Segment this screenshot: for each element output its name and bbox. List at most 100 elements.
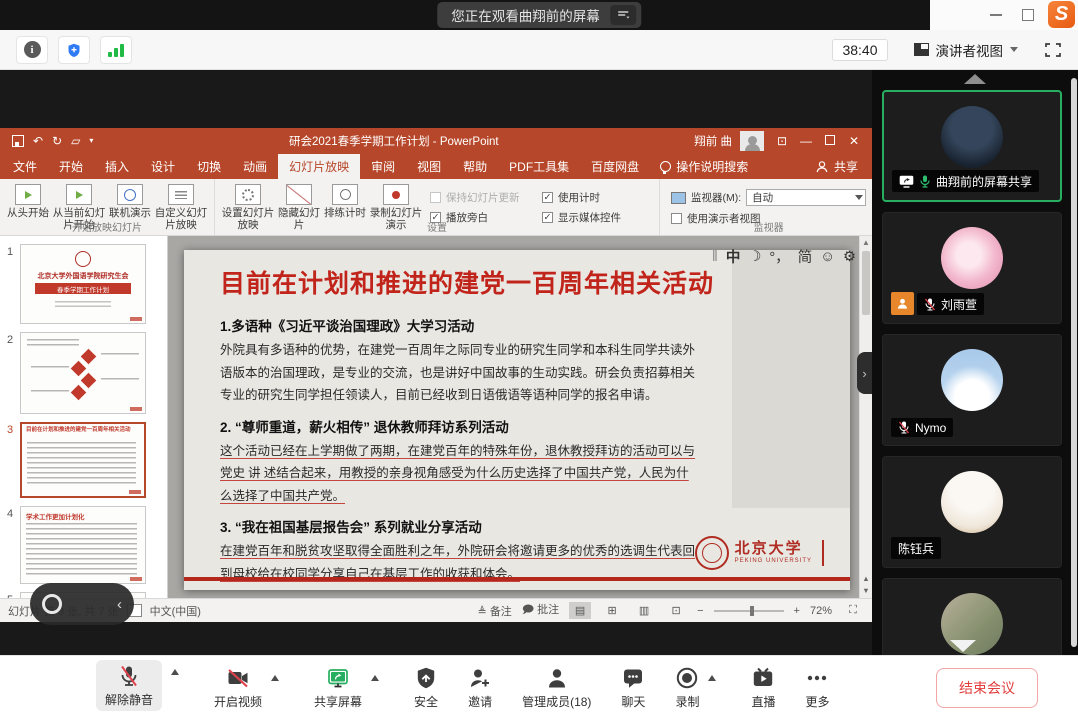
tab-pdf-tools[interactable]: PDF工具集 (498, 154, 580, 179)
sogou-input-icon[interactable]: S (1048, 1, 1075, 28)
undo-icon[interactable]: ↶ (33, 135, 43, 147)
video-panel-collapse-tab[interactable]: › (857, 352, 872, 394)
zoom-slider-thumb[interactable] (750, 606, 754, 616)
language-label[interactable]: 中文(中国) (150, 603, 201, 619)
security-button[interactable]: 安全 (414, 666, 438, 710)
monitor-select-value: 自动 (752, 190, 773, 205)
zoom-slider[interactable] (714, 610, 784, 612)
invite-button[interactable]: 邀请 (468, 666, 492, 710)
tab-baidu-netdisk[interactable]: 百度网盘 (580, 154, 650, 179)
tellme-search[interactable]: 操作说明搜索 (650, 154, 758, 179)
view-mode-selector[interactable]: 演讲者视图 (914, 40, 1019, 60)
ppt-restore-button[interactable] (818, 134, 842, 148)
tab-transitions[interactable]: 切换 (186, 154, 232, 179)
participant-name: 曲翔前的屏幕共享 (936, 173, 1032, 190)
scrollbar-thumb[interactable] (862, 251, 870, 315)
tab-help[interactable]: 帮助 (452, 154, 498, 179)
share-screen-button[interactable]: 共享屏幕 (314, 666, 362, 710)
use-timings-checkbox[interactable]: ✓ 使用计时 (542, 188, 652, 206)
zoom-in-button[interactable]: + (794, 605, 800, 617)
thumbnail-slide-4[interactable]: 学术工作更加计划化 (20, 506, 146, 584)
video-tile[interactable]: 陈钰兵 (882, 456, 1062, 568)
monitor-label: 监视器(M): (691, 190, 741, 205)
meeting-floating-widget[interactable]: ‹ (30, 583, 134, 625)
comments-button[interactable]: 🗩 批注 (522, 601, 559, 620)
fullscreen-button[interactable] (1044, 42, 1062, 58)
sidebar-scrollbar[interactable] (1071, 78, 1077, 647)
tile-label: 刘雨萱 (917, 293, 984, 315)
tab-design[interactable]: 设计 (140, 154, 186, 179)
tab-home[interactable]: 开始 (48, 154, 94, 179)
expand-caret-icon[interactable] (708, 675, 716, 681)
banner-menu-button[interactable] (610, 5, 636, 25)
present-online-button[interactable]: 联机演示 (107, 182, 153, 219)
pku-logo-cn: 北京大学 (735, 541, 812, 558)
thumbnail-slide-3-selected[interactable]: 目前在计划和推进的建党一百周年相关活动 (20, 422, 146, 498)
tab-slideshow[interactable]: 幻灯片放映 (278, 154, 360, 179)
section-3-heading: 3. “我在祖国基层报告会” 系列就业分享活动 (220, 516, 700, 536)
slide-content: 1.多语种《习近平谈治国理政》大学习活动 外院具有多语种的优势，在建党一百周年之… (220, 306, 700, 585)
keep-slides-updated-checkbox[interactable]: 保持幻灯片更新 (430, 188, 538, 206)
notes-button[interactable]: ≜ 备注 (478, 603, 512, 619)
expand-caret-icon[interactable] (371, 675, 379, 681)
slide-scrollbar[interactable]: ▲ ▲ ▼ (859, 236, 872, 598)
normal-view-button[interactable]: ▤ (569, 602, 591, 619)
reading-view-button[interactable]: ▥ (633, 602, 655, 619)
ppt-window-title: 研会2021春季学期工作计划 - PowerPoint (93, 133, 694, 149)
monitor-select[interactable]: 自动 (746, 189, 866, 206)
save-icon[interactable] (12, 135, 24, 147)
previous-slide-button[interactable]: ▲ (862, 574, 869, 583)
ime-toolbar[interactable]: ‖ 中 ☽ °， 简 ☺ ⚙ (712, 246, 856, 267)
participant-name: Nymo (915, 421, 946, 435)
start-video-button[interactable]: 开启视频 (214, 666, 262, 710)
tab-file[interactable]: 文件 (2, 154, 48, 179)
expand-caret-icon[interactable] (171, 669, 179, 675)
record-button[interactable]: 录制 (675, 666, 699, 710)
slideshow-qat-icon[interactable]: ▱ (71, 135, 80, 147)
slideshow-view-button[interactable]: ⊡ (665, 602, 687, 619)
current-slide[interactable]: 目前在计划和推进的建党一百周年相关活动 1.多语种《习近平谈治国理政》大学习活动… (184, 250, 850, 590)
rehearse-timings-button[interactable]: 排练计时 (322, 182, 368, 219)
mic-muted-icon (924, 298, 936, 311)
ppt-user-name: 翔前 曲 (694, 133, 732, 149)
meeting-info-button[interactable]: i (16, 36, 48, 64)
ppt-share-button[interactable]: 共享 (801, 154, 872, 179)
tab-insert[interactable]: 插入 (94, 154, 140, 179)
minimize-button[interactable] (990, 14, 1002, 16)
live-stream-button[interactable]: 直播 (751, 666, 775, 710)
ribbon-display-options-button[interactable]: ⊡ (770, 134, 794, 148)
end-meeting-button[interactable]: 结束会议 (936, 668, 1038, 708)
thumbnail-slide-2[interactable] (20, 332, 146, 414)
video-tile[interactable]: 刘雨萱 (882, 212, 1062, 324)
scroll-up-arrow[interactable] (964, 74, 986, 84)
video-tile[interactable]: Nymo (882, 334, 1062, 446)
thumb4-title: 学术工作更加计划化 (26, 511, 85, 521)
slide-sorter-view-button[interactable]: ⊞ (601, 602, 623, 619)
tab-animations[interactable]: 动画 (232, 154, 278, 179)
ppt-minimize-button[interactable]: — (794, 134, 818, 148)
ppt-close-button[interactable]: ✕ (842, 134, 866, 148)
thumbnail-slide-1[interactable]: 北京大学外国语学院研究生会 春季学期工作计划 (20, 244, 146, 324)
from-beginning-button[interactable]: 从头开始 (5, 182, 51, 219)
next-slide-button[interactable]: ▼ (862, 586, 869, 595)
zoom-level[interactable]: 72% (810, 605, 832, 617)
group-label-start-slideshow: 开始放映幻灯片 (0, 219, 214, 234)
expand-caret-icon[interactable] (271, 675, 279, 681)
more-button[interactable]: 更多 (805, 666, 829, 710)
network-signal-button[interactable] (100, 36, 132, 64)
scroll-down-arrow[interactable] (950, 640, 976, 652)
tab-view[interactable]: 视图 (406, 154, 452, 179)
video-tile-screen-share[interactable]: 曲翔前的屏幕共享 (882, 90, 1062, 202)
maximize-button[interactable] (1022, 9, 1034, 21)
chat-button[interactable]: 聊天 (621, 666, 645, 710)
unmute-button[interactable]: 解除静音 (96, 660, 162, 711)
scroll-up-icon[interactable]: ▲ (862, 238, 870, 247)
fit-slide-button[interactable]: ⛶ (842, 602, 864, 619)
manage-members-button[interactable]: 管理成员(18) (522, 666, 591, 710)
ribbon-group-monitors: 监视器(M): 自动 使用演示者视图 (660, 179, 877, 235)
zoom-out-button[interactable]: − (697, 605, 703, 617)
redo-icon[interactable]: ↻ (52, 135, 62, 147)
ppt-account[interactable]: 翔前 曲 (694, 131, 764, 151)
meeting-security-button[interactable] (58, 36, 90, 64)
tab-review[interactable]: 审阅 (360, 154, 406, 179)
